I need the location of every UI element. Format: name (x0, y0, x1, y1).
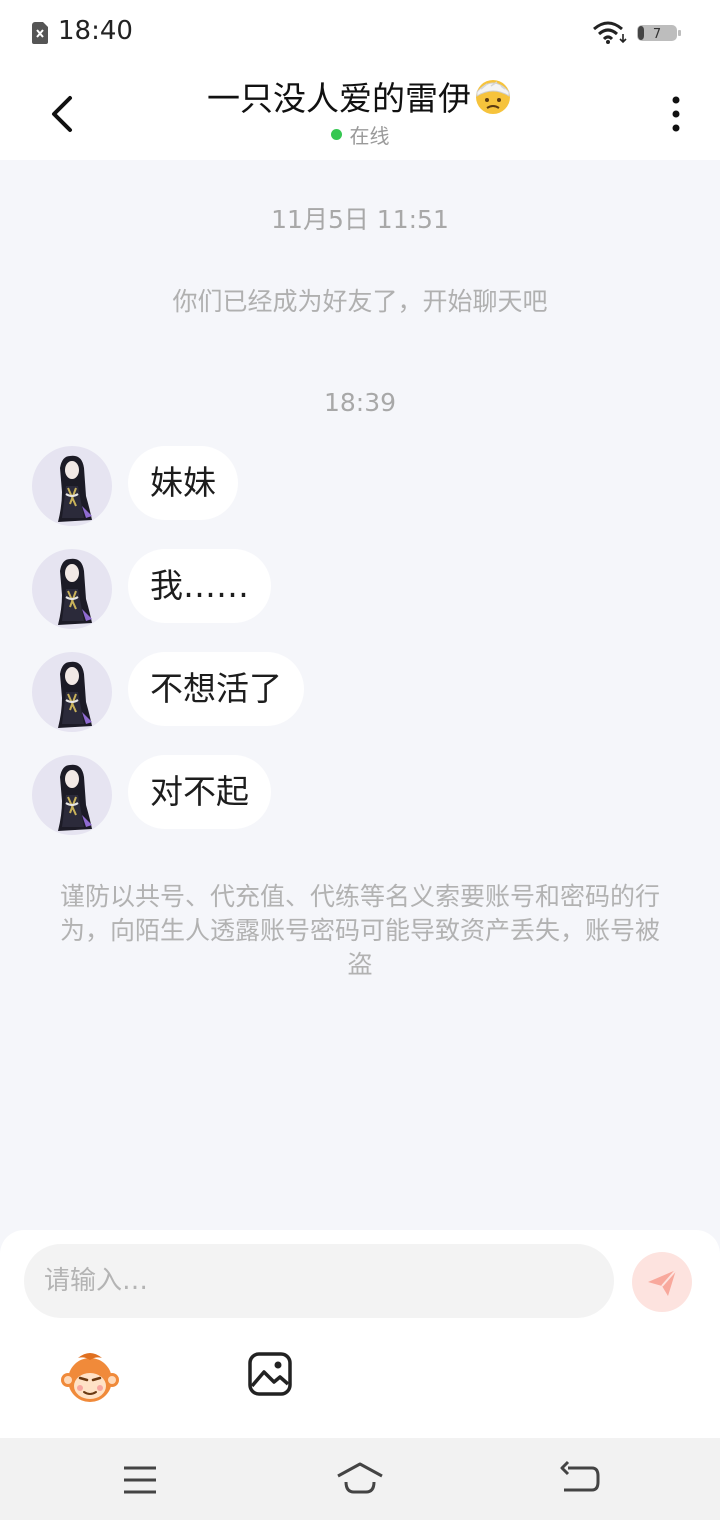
battery-icon: 7 (637, 25, 681, 42)
no-sim-icon (32, 22, 48, 44)
back-icon[interactable] (558, 1458, 602, 1498)
more-options-icon[interactable] (660, 94, 692, 134)
monkey-sticker-icon[interactable] (60, 1348, 120, 1408)
friend-added-notice: 你们已经成为好友了，开始聊天吧 (172, 287, 548, 316)
timestamp: 18:39 (323, 388, 397, 417)
battery-level: 7 (653, 27, 661, 42)
avatar-figure-icon (58, 455, 92, 522)
system-nav-bar (0, 1438, 720, 1520)
contact-avatar[interactable] (32, 446, 112, 526)
title-block: 一只没人爱的雷伊 在线 (140, 72, 580, 149)
contact-name: 一只没人爱的雷伊 (207, 79, 471, 118)
online-status: 在线 (349, 124, 390, 148)
contact-avatar[interactable] (32, 755, 112, 835)
avatar-figure-icon (58, 764, 92, 831)
message-bubble[interactable]: 对不起 (128, 755, 271, 829)
back-arrow-icon[interactable] (36, 88, 88, 140)
wifi-icon (593, 21, 627, 44)
home-icon[interactable] (334, 1458, 386, 1498)
contact-avatar[interactable] (32, 549, 112, 629)
image-icon[interactable] (246, 1350, 294, 1398)
status-time: 18:40 (58, 16, 133, 46)
chat-message-list[interactable]: 11月5日 11:51 你们已经成为好友了，开始聊天吧 18:39 妹妹 我……… (0, 160, 720, 1230)
menu-icon[interactable] (120, 1460, 160, 1500)
message-bubble[interactable]: 我…… (128, 549, 271, 623)
send-button[interactable] (632, 1252, 692, 1312)
online-indicator (330, 129, 342, 140)
message-composer (0, 1230, 720, 1438)
contact-avatar[interactable] (32, 652, 112, 732)
bandaged-face-emoji-icon (476, 80, 510, 114)
paper-plane-icon (648, 1269, 677, 1296)
avatar-figure-icon (58, 661, 92, 728)
message-input[interactable] (24, 1244, 614, 1318)
status-bar: 18:40 7 (0, 0, 720, 64)
timestamp: 11月5日 11:51 (271, 205, 449, 234)
chat-header: 一只没人爱的雷伊 在线 (0, 64, 720, 160)
safety-warning: 谨防以共号、代充值、代练等名义索要账号和密码的行为，向陌生人透露账号密码可能导致… (60, 882, 661, 979)
message-bubble[interactable]: 妹妹 (128, 446, 238, 520)
message-bubble[interactable]: 不想活了 (128, 652, 304, 726)
avatar-figure-icon (58, 558, 92, 625)
